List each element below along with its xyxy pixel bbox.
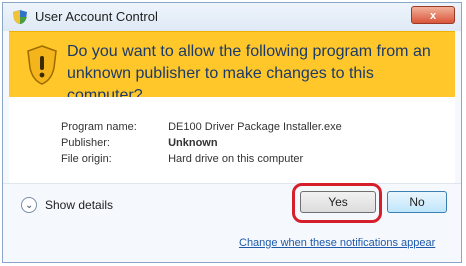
program-name-row: Program name: DE100 Driver Package Insta… bbox=[61, 121, 342, 133]
title-bar: User Account Control x bbox=[3, 3, 461, 31]
file-origin-value: Hard drive on this computer bbox=[168, 153, 304, 165]
show-details-label[interactable]: Show details bbox=[45, 198, 113, 212]
publisher-value: Unknown bbox=[168, 137, 218, 149]
program-name-value: DE100 Driver Package Installer.exe bbox=[168, 121, 342, 133]
window-title: User Account Control bbox=[35, 9, 158, 24]
chevron-down-icon[interactable]: ⌄ bbox=[21, 197, 37, 213]
yes-button[interactable]: Yes bbox=[300, 191, 376, 213]
program-name-label: Program name: bbox=[61, 121, 137, 133]
uac-dialog: User Account Control x Do you want to al… bbox=[2, 2, 462, 263]
program-details: Program name: DE100 Driver Package Insta… bbox=[9, 97, 455, 183]
change-notifications-link[interactable]: Change when these notifications appear bbox=[239, 237, 435, 249]
close-button[interactable]: x bbox=[411, 6, 455, 24]
divider bbox=[3, 183, 461, 184]
file-origin-label: File origin: bbox=[61, 153, 112, 165]
warning-shield-icon bbox=[27, 45, 57, 85]
warning-banner: Do you want to allow the following progr… bbox=[9, 31, 455, 104]
publisher-label: Publisher: bbox=[61, 137, 110, 149]
uac-shield-icon bbox=[13, 10, 27, 24]
file-origin-row: File origin: Hard drive on this computer bbox=[61, 153, 303, 165]
no-button[interactable]: No bbox=[387, 191, 447, 213]
publisher-row: Publisher: Unknown bbox=[61, 137, 218, 149]
